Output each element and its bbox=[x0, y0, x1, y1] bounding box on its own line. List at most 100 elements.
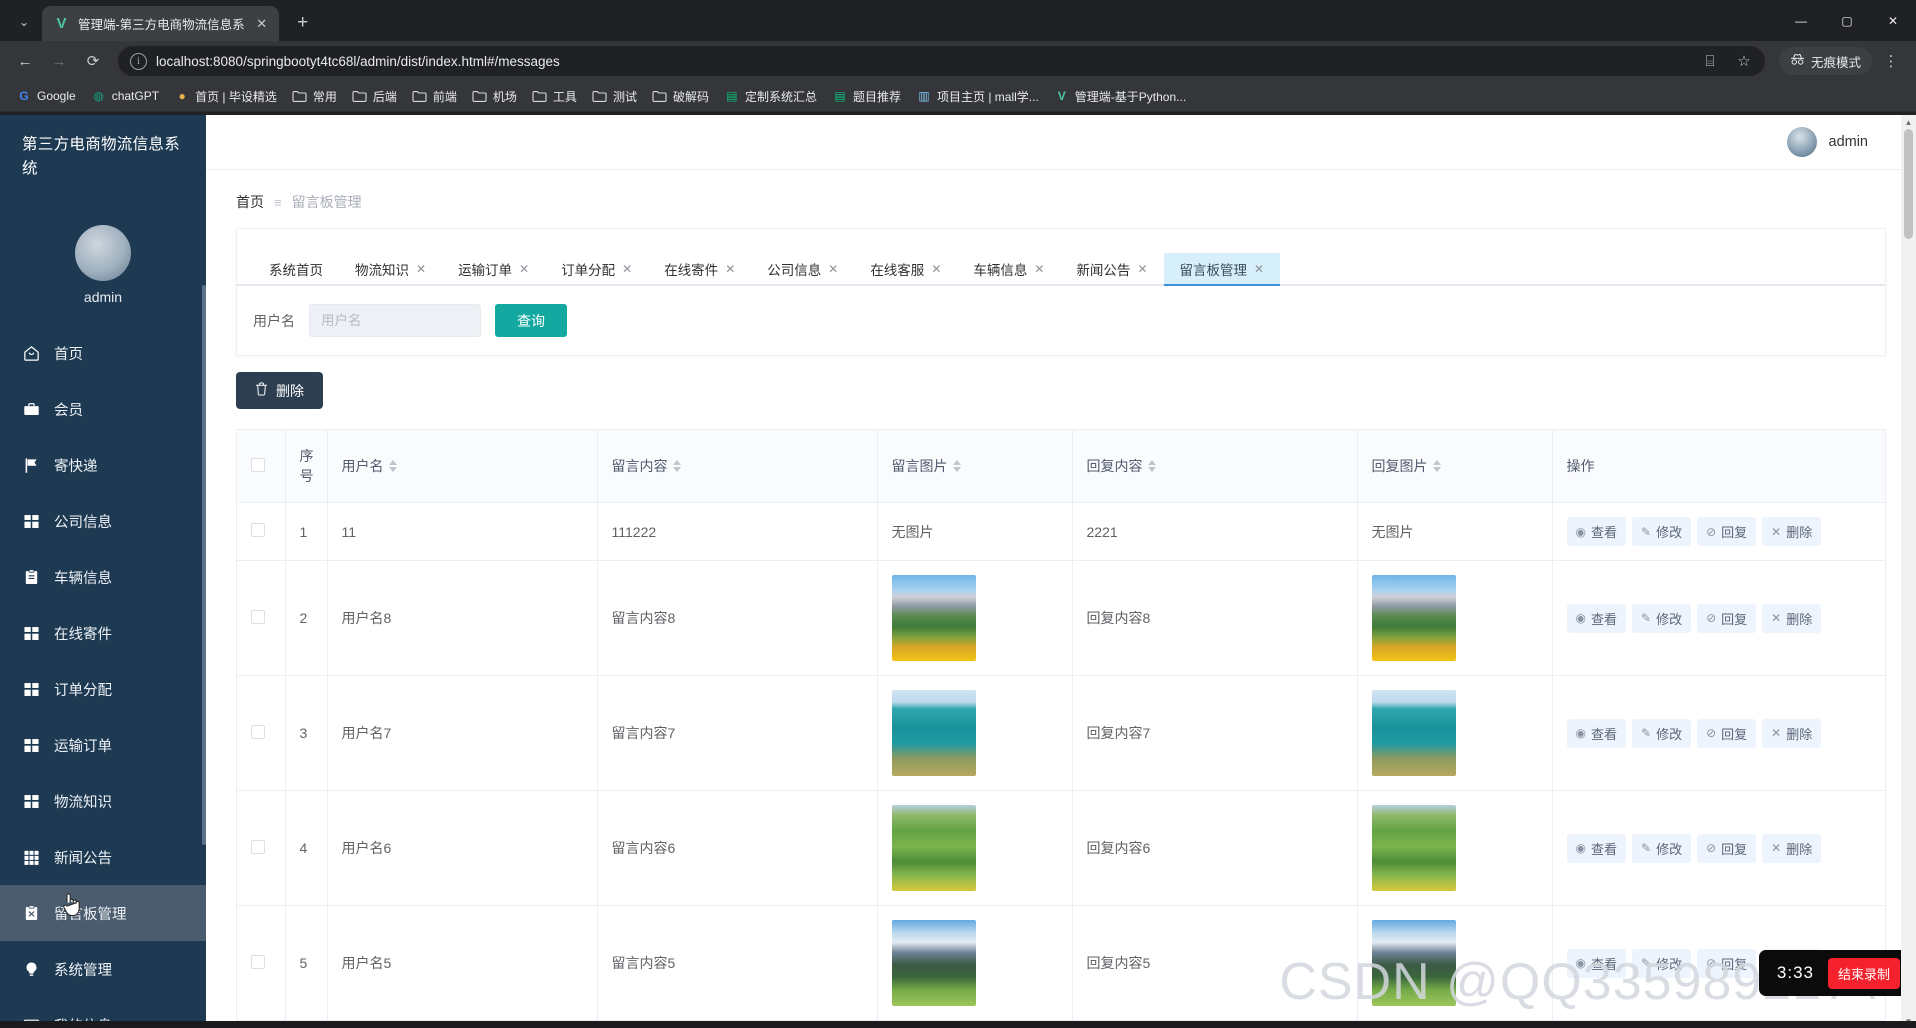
query-button[interactable]: 查询 bbox=[495, 304, 567, 337]
sidebar-item-6[interactable]: 订单分配 bbox=[0, 661, 206, 717]
op-删除[interactable]: ✕ 删除 bbox=[1762, 833, 1822, 863]
op-修改[interactable]: ✎ 修改 bbox=[1632, 948, 1692, 978]
sort-caret-icon[interactable] bbox=[672, 460, 681, 473]
tab-search-caret-icon[interactable]: ⌄ bbox=[10, 8, 38, 36]
bookmark-item[interactable]: 测试 bbox=[585, 85, 644, 108]
bookmark-item[interactable]: ▤ 题目推荐 bbox=[825, 85, 908, 108]
sort-caret-icon[interactable] bbox=[1147, 460, 1156, 473]
window-minimize-button[interactable]: — bbox=[1778, 0, 1824, 41]
sidebar-item-7[interactable]: 运输订单 bbox=[0, 717, 206, 773]
bookmark-item[interactable]: 工具 bbox=[525, 85, 584, 108]
search-input[interactable] bbox=[309, 304, 481, 337]
row-checkbox[interactable] bbox=[251, 954, 265, 969]
op-查看[interactable]: ◉ 查看 bbox=[1566, 603, 1626, 633]
select-all-checkbox[interactable] bbox=[251, 457, 265, 472]
bookmark-item[interactable]: 后端 bbox=[345, 85, 404, 108]
op-回复[interactable]: ⊘ 回复 bbox=[1697, 718, 1757, 748]
sidebar-item-2[interactable]: 寄快递 bbox=[0, 437, 206, 493]
sort-caret-icon[interactable] bbox=[952, 460, 961, 473]
reply-image[interactable] bbox=[1371, 690, 1456, 776]
table-header-reply[interactable]: 回复内容 bbox=[1072, 430, 1358, 503]
bookmark-item[interactable]: G Google bbox=[9, 85, 83, 107]
op-删除[interactable]: ✕ 删除 bbox=[1762, 517, 1822, 546]
op-修改[interactable]: ✎ 修改 bbox=[1632, 833, 1692, 863]
page-scrollbar-thumb[interactable] bbox=[1904, 129, 1913, 239]
op-修改[interactable]: ✎ 修改 bbox=[1632, 718, 1692, 748]
batch-delete-button[interactable]: 删除 bbox=[236, 372, 323, 409]
sidebar-item-0[interactable]: 首页 bbox=[0, 325, 206, 381]
window-maximize-button[interactable]: ▢ bbox=[1824, 0, 1870, 41]
op-查看[interactable]: ◉ 查看 bbox=[1566, 517, 1626, 546]
sidebar-item-5[interactable]: 在线寄件 bbox=[0, 605, 206, 661]
message-image[interactable] bbox=[891, 575, 976, 661]
message-image[interactable] bbox=[891, 805, 976, 891]
bookmark-item[interactable]: ◍ chatGPT bbox=[84, 85, 166, 107]
message-image[interactable] bbox=[891, 920, 976, 1006]
sidebar-item-9[interactable]: 新闻公告 bbox=[0, 829, 206, 885]
page-scrollbar[interactable]: ▲ ▼ bbox=[1901, 115, 1916, 1028]
op-回复[interactable]: ⊘ 回复 bbox=[1697, 603, 1757, 633]
bookmark-item[interactable]: 前端 bbox=[405, 85, 464, 108]
address-bar[interactable]: i localhost:8080/springbootyt4tc68l/admi… bbox=[118, 46, 1765, 76]
tab-close-icon[interactable]: ✕ bbox=[1254, 262, 1264, 276]
window-close-button[interactable]: ✕ bbox=[1870, 0, 1916, 41]
tab-close-icon[interactable]: ✕ bbox=[622, 262, 632, 276]
reply-image[interactable] bbox=[1371, 920, 1456, 1006]
tab-4[interactable]: 在线寄件 ✕ bbox=[648, 253, 751, 286]
bookmark-item[interactable]: 机场 bbox=[465, 85, 524, 108]
tab-5[interactable]: 公司信息 ✕ bbox=[751, 253, 854, 286]
tab-0[interactable]: 系统首页 bbox=[253, 253, 339, 286]
tab-close-icon[interactable]: ✕ bbox=[828, 262, 838, 276]
tab-close-icon[interactable]: ✕ bbox=[725, 262, 735, 276]
tab-close-icon[interactable]: ✕ bbox=[519, 262, 529, 276]
bookmark-item[interactable]: 常用 bbox=[285, 85, 344, 108]
reply-image[interactable] bbox=[1371, 805, 1456, 891]
tab-close-icon[interactable]: ✕ bbox=[253, 16, 271, 32]
bookmark-star-icon[interactable]: ☆ bbox=[1729, 46, 1759, 76]
tab-6[interactable]: 在线客服 ✕ bbox=[854, 253, 957, 286]
reload-icon[interactable]: ⟳ bbox=[78, 46, 108, 76]
sidebar-item-1[interactable]: 会员 bbox=[0, 381, 206, 437]
bookmark-item[interactable]: 破解码 bbox=[645, 85, 716, 108]
tab-close-icon[interactable]: ✕ bbox=[1137, 262, 1147, 276]
row-checkbox[interactable] bbox=[251, 609, 265, 624]
tab-close-icon[interactable]: ✕ bbox=[416, 262, 426, 276]
sort-caret-icon[interactable] bbox=[388, 460, 397, 473]
table-header-message[interactable]: 留言内容 bbox=[597, 430, 878, 503]
scroll-up-arrow-icon[interactable]: ▲ bbox=[1901, 115, 1916, 129]
bookmark-item[interactable]: ▤ 定制系统汇总 bbox=[717, 85, 824, 108]
sidebar-item-11[interactable]: 系统管理 bbox=[0, 941, 206, 997]
stop-recording-button[interactable]: 结束录制 bbox=[1827, 957, 1900, 989]
row-checkbox[interactable] bbox=[251, 523, 265, 537]
tab-2[interactable]: 运输订单 ✕ bbox=[442, 253, 545, 286]
tab-7[interactable]: 车辆信息 ✕ bbox=[957, 253, 1060, 286]
tab-1[interactable]: 物流知识 ✕ bbox=[339, 253, 442, 286]
sidebar-item-10[interactable]: 留言板管理 bbox=[0, 885, 206, 942]
op-回复[interactable]: ⊘ 回复 bbox=[1697, 517, 1757, 546]
bookmark-item[interactable]: V 管理端-基于Python... bbox=[1047, 85, 1193, 108]
site-info-icon[interactable]: i bbox=[130, 52, 147, 70]
tab-8[interactable]: 新闻公告 ✕ bbox=[1060, 253, 1163, 286]
sidebar-item-3[interactable]: 公司信息 bbox=[0, 493, 206, 549]
incognito-indicator[interactable]: 无痕模式 bbox=[1778, 47, 1872, 75]
message-image[interactable] bbox=[891, 690, 976, 776]
op-查看[interactable]: ◉ 查看 bbox=[1566, 833, 1626, 863]
breadcrumb-home[interactable]: 首页 bbox=[236, 192, 264, 212]
topbar-user[interactable]: admin bbox=[1786, 127, 1868, 157]
op-删除[interactable]: ✕ 删除 bbox=[1762, 603, 1822, 633]
op-查看[interactable]: ◉ 查看 bbox=[1566, 948, 1626, 978]
sidebar-user-block[interactable]: admin bbox=[0, 225, 206, 305]
new-tab-button[interactable]: + bbox=[288, 8, 318, 38]
browser-tab-active[interactable]: V 管理端-第三方电商物流信息系 ✕ bbox=[42, 6, 279, 41]
tab-9[interactable]: 留言板管理 ✕ bbox=[1163, 253, 1281, 286]
cast-icon[interactable]: ⌸ bbox=[1695, 46, 1725, 76]
reply-image[interactable] bbox=[1371, 575, 1456, 661]
op-删除[interactable]: ✕ 删除 bbox=[1762, 718, 1822, 748]
tab-close-icon[interactable]: ✕ bbox=[1034, 262, 1044, 276]
op-回复[interactable]: ⊘ 回复 bbox=[1697, 833, 1757, 863]
row-checkbox[interactable] bbox=[251, 724, 265, 739]
row-checkbox[interactable] bbox=[251, 839, 265, 854]
tab-3[interactable]: 订单分配 ✕ bbox=[545, 253, 648, 286]
op-回复[interactable]: ⊘ 回复 bbox=[1697, 948, 1757, 978]
tab-close-icon[interactable]: ✕ bbox=[931, 262, 941, 276]
